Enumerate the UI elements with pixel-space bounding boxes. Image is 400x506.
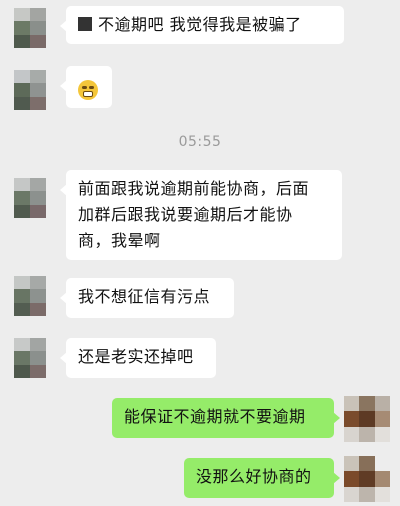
- redaction-square: [78, 17, 92, 31]
- message-bubble-outgoing[interactable]: 能保证不逾期就不要逾期: [112, 398, 340, 438]
- message-text: 没那么好协商的: [196, 467, 312, 486]
- my-avatar[interactable]: [344, 396, 390, 442]
- contact-avatar[interactable]: [14, 338, 46, 378]
- message-text: 不逾期吧 我觉得我是被骗了: [98, 15, 302, 34]
- my-avatar[interactable]: [344, 456, 390, 502]
- message-text-line: 前面跟我说逾期前能协商，后面: [78, 179, 310, 198]
- contact-avatar[interactable]: [14, 178, 46, 218]
- crying-face-emoji: [78, 79, 98, 100]
- message-bubble[interactable]: 前面跟我说逾期前能协商，后面 加群后跟我说要逾期后才能协 商，我晕啊: [60, 170, 342, 260]
- message-text-line: 加群后跟我说要逾期后才能协: [78, 205, 293, 224]
- message-text-line: 商，我晕啊: [78, 231, 161, 250]
- timestamp: 05:55: [178, 134, 222, 150]
- message-bubble[interactable]: [60, 66, 112, 108]
- message-bubble[interactable]: 还是老实还掉吧: [60, 338, 216, 378]
- message-text: 能保证不逾期就不要逾期: [124, 407, 306, 426]
- message-bubble[interactable]: 我不想征信有污点: [60, 278, 234, 318]
- message-text: 还是老实还掉吧: [78, 347, 194, 366]
- contact-avatar[interactable]: [14, 8, 46, 48]
- contact-avatar[interactable]: [14, 70, 46, 110]
- message-bubble[interactable]: 不逾期吧 我觉得我是被骗了: [60, 6, 344, 44]
- message-text: 我不想征信有污点: [78, 287, 211, 306]
- contact-avatar[interactable]: [14, 276, 46, 316]
- message-bubble-outgoing[interactable]: 没那么好协商的: [184, 458, 340, 498]
